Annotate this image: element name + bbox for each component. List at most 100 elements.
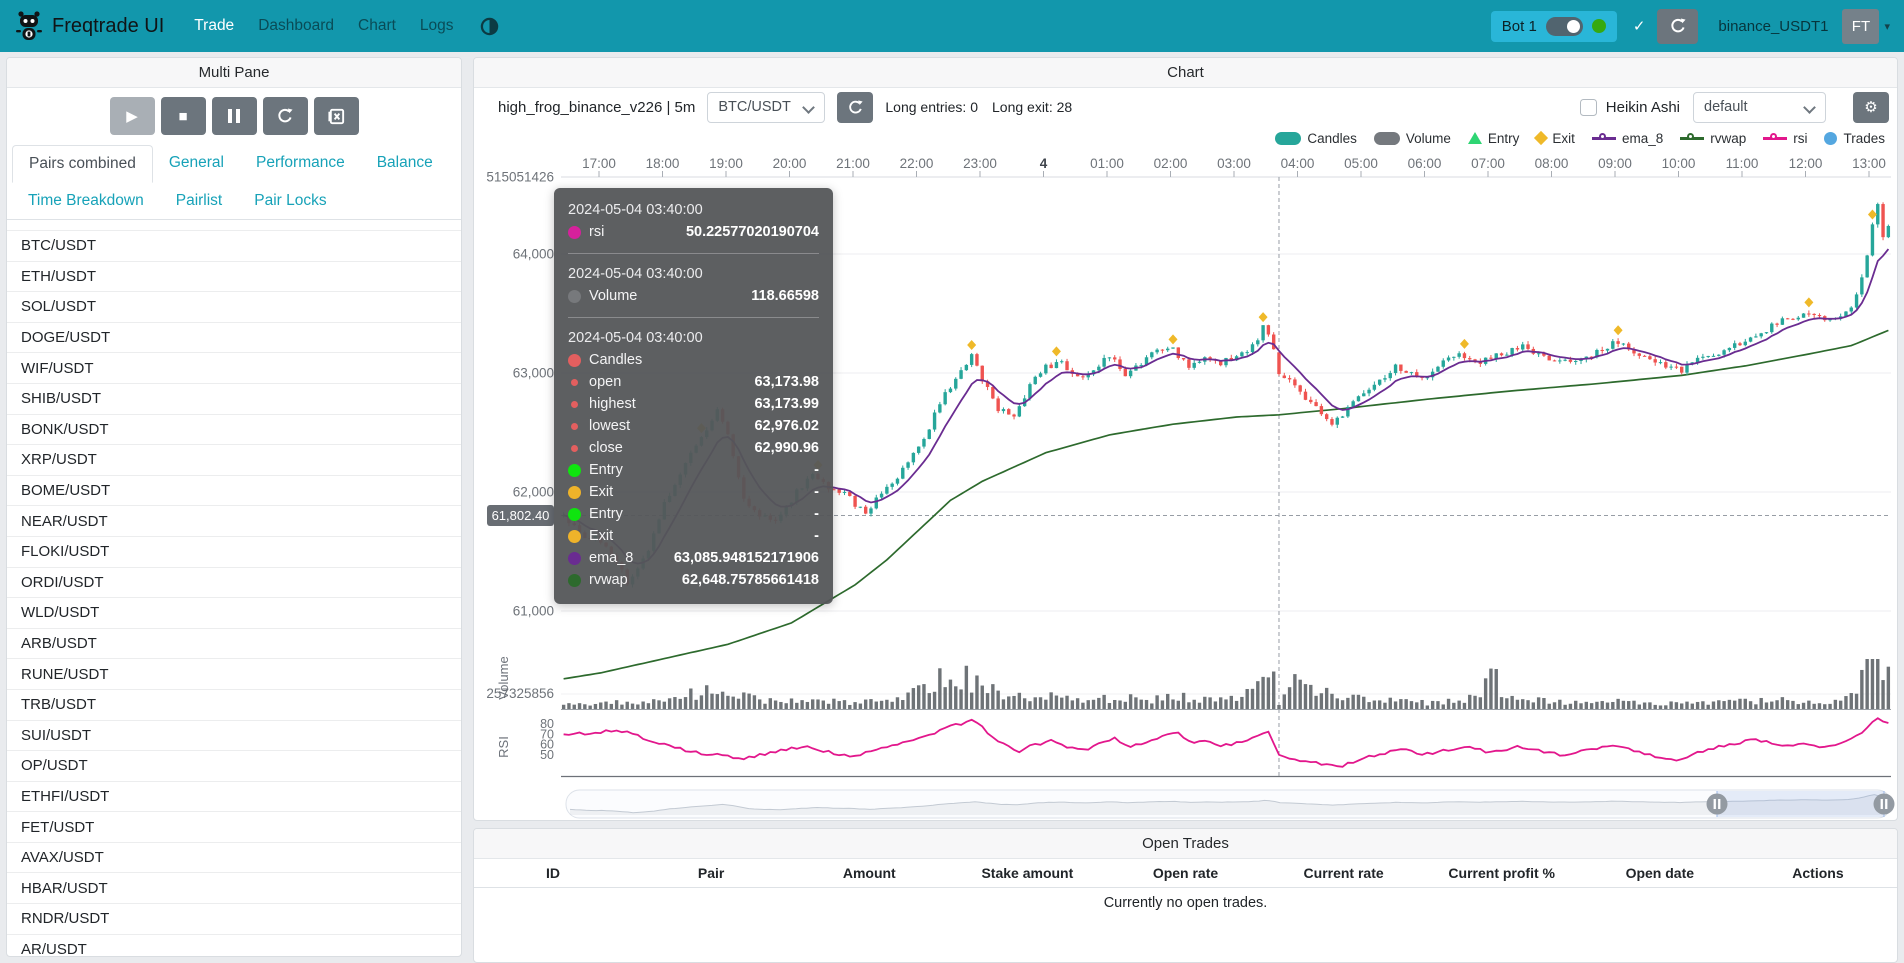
force-exit-button[interactable] xyxy=(314,97,359,135)
slider-handle[interactable] xyxy=(1874,794,1895,815)
reload-config-button[interactable] xyxy=(263,97,308,135)
tooltip-row: Candles xyxy=(568,349,819,371)
reload-bot-button[interactable] xyxy=(1657,9,1698,44)
reload-icon xyxy=(276,107,294,125)
tooltip-section: 2024-05-04 03:40:00Candlesopen63,173.98h… xyxy=(568,317,819,591)
svg-text:17:00: 17:00 xyxy=(582,156,616,171)
multi-pane-tabs: Pairs combinedGeneralPerformanceBalance … xyxy=(7,145,461,220)
tooltip-series-label: Exit xyxy=(589,484,613,500)
svg-text:20:00: 20:00 xyxy=(773,156,807,171)
open-trades-table: IDPairAmountStake amountOpen rateCurrent… xyxy=(474,859,1897,888)
tooltip-series-label: Candles xyxy=(589,352,642,368)
pair-list-item[interactable]: TRB/USDT xyxy=(7,689,461,720)
pair-list-item[interactable]: ARB/USDT xyxy=(7,628,461,659)
svg-text:18:00: 18:00 xyxy=(646,156,680,171)
svg-text:09:00: 09:00 xyxy=(1598,156,1632,171)
pair-list-item[interactable]: DOGE/USDT xyxy=(7,322,461,353)
pair-list-item[interactable]: SUI/USDT xyxy=(7,720,461,751)
svg-text:64,000: 64,000 xyxy=(513,247,554,262)
pair-list-item[interactable]: WLD/USDT xyxy=(7,597,461,628)
tooltip-series-value: 50.22577020190704 xyxy=(604,224,819,240)
svg-text:01:00: 01:00 xyxy=(1090,156,1124,171)
svg-text:10:00: 10:00 xyxy=(1662,156,1696,171)
datazoom-slider[interactable] xyxy=(566,790,1895,818)
tab-pairs-combined[interactable]: Pairs combined xyxy=(12,145,153,183)
tab-general[interactable]: General xyxy=(153,145,240,183)
tooltip-section: 2024-05-04 03:40:00rsi50.22577020190704 xyxy=(568,199,819,243)
play-button[interactable]: ▶ xyxy=(110,97,155,135)
user-avatar[interactable]: FT xyxy=(1842,9,1879,44)
tooltip-row: Volume118.66598 xyxy=(568,285,819,307)
play-icon: ▶ xyxy=(126,107,138,125)
tooltip-series-value: 118.66598 xyxy=(637,288,819,304)
series-dot-icon xyxy=(568,486,581,499)
chart-panel: Chart high_frog_binance_v226 | 5m BTC/US… xyxy=(473,57,1898,821)
bot-toggle[interactable] xyxy=(1546,17,1583,36)
pair-list-item[interactable]: ORDI/USDT xyxy=(7,567,461,598)
pair-list-item[interactable]: FLOKI/USDT xyxy=(7,536,461,567)
tooltip-series-label: rsi xyxy=(589,224,604,240)
tooltip-series-label: Entry xyxy=(589,462,623,478)
pair-list-item[interactable]: WIF/USDT xyxy=(7,352,461,383)
exit-markers xyxy=(697,210,1877,470)
column-header-open-date: Open date xyxy=(1581,859,1739,888)
tab-balance[interactable]: Balance xyxy=(361,145,449,183)
svg-text:05:00: 05:00 xyxy=(1344,156,1378,171)
bot-selector[interactable]: Bot 1 xyxy=(1491,11,1617,42)
tooltip-row: highest63,173.99 xyxy=(568,393,819,415)
tooltip-row: ema_863,085.948152171906 xyxy=(568,547,819,569)
theme-toggle-icon[interactable] xyxy=(480,17,499,36)
tab-time-breakdown[interactable]: Time Breakdown xyxy=(12,183,160,219)
pair-list-item[interactable]: SOL/USDT xyxy=(7,291,461,322)
exchange-account-label: binance_USDT1 xyxy=(1718,18,1828,35)
series-dot-icon xyxy=(568,354,581,367)
series-dot-icon xyxy=(571,379,578,386)
nav-link-chart[interactable]: Chart xyxy=(358,17,396,35)
pair-list-item[interactable]: SHIB/USDT xyxy=(7,383,461,414)
tab-pair-locks[interactable]: Pair Locks xyxy=(238,183,342,219)
pair-list-item[interactable]: HBAR/USDT xyxy=(7,872,461,903)
multi-pane-panel: Multi Pane ▶ ■ Pairs combinedGeneralPerf… xyxy=(6,57,462,957)
series-dot-icon xyxy=(568,226,581,239)
series-dot-icon xyxy=(571,445,578,452)
series-dot-icon xyxy=(568,552,581,565)
pause-button[interactable] xyxy=(212,97,257,135)
tooltip-series-value: - xyxy=(613,528,819,544)
tooltip-series-value: 63,173.98 xyxy=(621,374,819,390)
tooltip-row: Exit- xyxy=(568,481,819,503)
current-price-badge: 61,802.40 xyxy=(487,505,554,526)
tooltip-series-label: Exit xyxy=(589,528,613,544)
pair-list-item[interactable]: AVAX/USDT xyxy=(7,842,461,873)
slider-handle[interactable] xyxy=(1707,794,1728,815)
nav-link-trade[interactable]: Trade xyxy=(194,17,234,35)
pair-list-item[interactable]: RNDR/USDT xyxy=(7,903,461,934)
pair-list-item[interactable]: RUNE/USDT xyxy=(7,658,461,689)
pair-list: BTC/USDTETH/USDTSOL/USDTDOGE/USDTWIF/USD… xyxy=(7,230,461,957)
svg-text:11:00: 11:00 xyxy=(1726,156,1759,171)
pair-list-item[interactable]: BONK/USDT xyxy=(7,414,461,445)
svg-text:02:00: 02:00 xyxy=(1154,156,1188,171)
pair-list-item[interactable]: FET/USDT xyxy=(7,811,461,842)
pair-list-item[interactable]: AR/USDT xyxy=(7,934,461,957)
nav-link-logs[interactable]: Logs xyxy=(420,17,454,35)
bot-name-label: Bot 1 xyxy=(1502,18,1537,35)
open-trades-title: Open Trades xyxy=(474,829,1897,859)
pair-list-item[interactable]: BTC/USDT xyxy=(7,230,461,261)
pair-list-item[interactable]: ETH/USDT xyxy=(7,261,461,292)
pair-list-item[interactable]: OP/USDT xyxy=(7,750,461,781)
avatar-caret-icon[interactable]: ▾ xyxy=(1884,20,1890,33)
tab-performance[interactable]: Performance xyxy=(240,145,361,183)
svg-text:08:00: 08:00 xyxy=(1535,156,1569,171)
tooltip-series-label: Entry xyxy=(589,506,623,522)
pair-list-item[interactable]: BOME/USDT xyxy=(7,475,461,506)
pair-list-item[interactable]: ETHFI/USDT xyxy=(7,781,461,812)
tab-pairlist[interactable]: Pairlist xyxy=(160,183,239,219)
tooltip-series-value: - xyxy=(623,506,819,522)
svg-text:06:00: 06:00 xyxy=(1408,156,1442,171)
stop-button[interactable]: ■ xyxy=(161,97,206,135)
bot-online-indicator xyxy=(1592,19,1606,33)
pair-list-item[interactable]: NEAR/USDT xyxy=(7,505,461,536)
tooltip-timestamp: 2024-05-04 03:40:00 xyxy=(568,263,819,285)
nav-link-dashboard[interactable]: Dashboard xyxy=(258,17,334,35)
pair-list-item[interactable]: XRP/USDT xyxy=(7,444,461,475)
